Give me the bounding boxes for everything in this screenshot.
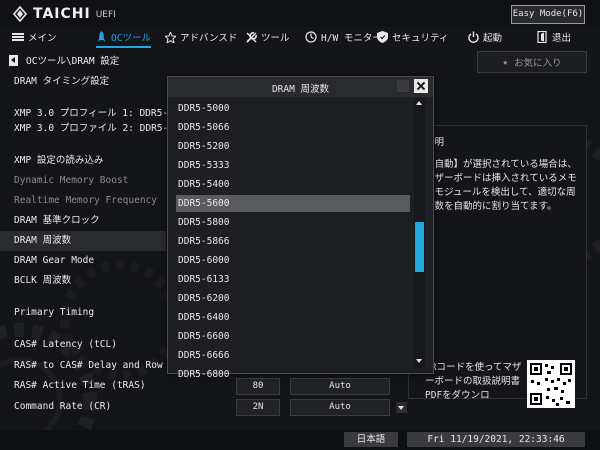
tab-tool[interactable]: ツール bbox=[246, 27, 290, 47]
back-arrow-icon[interactable] bbox=[9, 54, 18, 66]
tab-exit-label: 退出 bbox=[552, 33, 572, 44]
breadcrumb: OCツール\DRAM 設定 bbox=[9, 53, 119, 67]
frequency-option[interactable]: DDR5-5333 bbox=[176, 157, 410, 174]
frequency-option[interactable]: DDR5-6200 bbox=[176, 290, 410, 307]
scrollbar-thumb[interactable] bbox=[415, 222, 424, 272]
command-rate[interactable]: Command Rate (CR) bbox=[14, 400, 111, 414]
brand-suffix: UEFI bbox=[95, 10, 116, 20]
dram-gear-mode[interactable]: DRAM Gear Mode bbox=[14, 254, 94, 268]
language-button[interactable]: 日本語 bbox=[344, 432, 398, 447]
dram-timing-heading: DRAM タイミング設定 bbox=[14, 76, 110, 87]
tab-hw-monitor-label: H/W モニター bbox=[321, 33, 382, 44]
tab-oc-tools[interactable]: OCツール bbox=[96, 27, 151, 48]
tab-boot-label: 起動 bbox=[483, 33, 503, 44]
tab-advanced[interactable]: アドバンスド bbox=[165, 27, 237, 47]
frequency-option[interactable]: DDR5-5600 bbox=[176, 195, 410, 212]
description-body: 【自動】が選択されている場合は、マザーボードは挿入されているメモリモジュールを検… bbox=[425, 159, 577, 212]
favorite-star-icon: ★ bbox=[502, 56, 509, 68]
frequency-option[interactable]: DDR5-5866 bbox=[176, 233, 410, 250]
frequency-option[interactable]: DDR5-6400 bbox=[176, 309, 410, 326]
xmp-profile-1: XMP 3.0 プロフィール 1: DDR5-5200 bbox=[14, 108, 191, 119]
favorite-button[interactable]: ★ お気に入り bbox=[477, 51, 587, 73]
xmp-profile-2: XMP 3.0 プロファイル 2: DDR5-4800 bbox=[14, 123, 192, 134]
wrench-icon bbox=[246, 31, 257, 43]
shield-icon bbox=[377, 31, 388, 43]
frequency-option[interactable]: DDR5-5400 bbox=[176, 176, 410, 193]
dialog-title: DRAM 周波数 bbox=[271, 84, 330, 95]
dram-frequency[interactable]: DRAM 周波数 bbox=[0, 231, 167, 251]
rocket-icon bbox=[97, 31, 106, 42]
taichi-logo: TAICHI UEFI bbox=[12, 5, 116, 23]
star-icon bbox=[165, 31, 176, 43]
xmp-load-setting[interactable]: XMP 設定の読み込み bbox=[14, 154, 103, 168]
tab-advanced-label: アドバンスド bbox=[180, 33, 238, 44]
frequency-option[interactable]: DDR5-6600 bbox=[176, 328, 410, 345]
frequency-option[interactable]: DDR5-6000 bbox=[176, 252, 410, 269]
scroll-down-icon[interactable] bbox=[415, 357, 424, 366]
frequency-option[interactable]: DDR5-6800 bbox=[176, 366, 410, 383]
tab-main-label: メイン bbox=[28, 33, 57, 44]
dram-base-clock[interactable]: DRAM 基準クロック bbox=[14, 214, 100, 228]
primary-timing-heading: Primary Timing bbox=[14, 307, 95, 318]
tab-main[interactable]: メイン bbox=[12, 27, 57, 47]
frequency-option[interactable]: DDR5-5800 bbox=[176, 214, 410, 231]
bclk-frequency[interactable]: BCLK 周波数 bbox=[14, 274, 71, 288]
qr-description: QRコードを使ってマザーボードの取扱説明書PDFをダウンロ bbox=[425, 362, 522, 401]
tab-boot[interactable]: 起動 bbox=[468, 27, 502, 47]
power-icon bbox=[468, 31, 479, 43]
chevron-down-icon[interactable] bbox=[396, 402, 407, 413]
tab-security-label: セキュリティ bbox=[392, 33, 449, 44]
taichi-emblem-icon bbox=[12, 6, 28, 22]
exit-door-icon bbox=[537, 31, 547, 43]
frequency-option[interactable]: DDR5-5066 bbox=[176, 119, 410, 136]
tab-exit[interactable]: 退出 bbox=[537, 27, 571, 47]
main-nav: メイン OCツール アドバンスド ツール H/W モニター セキュリティ 起動 … bbox=[0, 27, 600, 48]
tab-security[interactable]: セキュリティ bbox=[377, 27, 448, 47]
tab-tool-label: ツール bbox=[261, 33, 290, 44]
cr-value: 2N bbox=[236, 399, 280, 416]
scroll-up-icon[interactable] bbox=[415, 99, 424, 108]
brand-name: TAICHI bbox=[33, 6, 91, 22]
breadcrumb-path: OCツール\DRAM 設定 bbox=[26, 56, 120, 67]
ras-active-time[interactable]: RAS# Active Time (tRAS) bbox=[14, 379, 146, 393]
tab-oc-tools-label: OCツール bbox=[111, 33, 151, 44]
frequency-option[interactable]: DDR5-5200 bbox=[176, 138, 410, 155]
cas-latency[interactable]: CAS# Latency (tCL) bbox=[14, 338, 117, 352]
favorite-label: お気に入り bbox=[514, 58, 562, 69]
list-icon bbox=[12, 33, 24, 41]
dialog-minimize-button[interactable] bbox=[397, 80, 409, 92]
close-icon[interactable] bbox=[414, 79, 428, 93]
qr-code-icon bbox=[527, 360, 575, 408]
realtime-memory-frequency: Realtime Memory Frequency bbox=[14, 195, 157, 206]
frequency-option[interactable]: DDR5-5000 bbox=[176, 100, 410, 117]
dynamic-memory-boost: Dynamic Memory Boost bbox=[14, 175, 129, 186]
easy-mode-button[interactable]: Easy Mode(F6) bbox=[511, 5, 585, 24]
cr-mode-select[interactable]: Auto bbox=[290, 399, 390, 416]
frequency-option[interactable]: DDR5-6133 bbox=[176, 271, 410, 288]
frequency-option[interactable]: DDR5-6666 bbox=[176, 347, 410, 364]
monitor-icon bbox=[305, 31, 317, 43]
tab-hw-monitor[interactable]: H/W モニター bbox=[305, 27, 382, 47]
datetime-display: Fri 11/19/2021, 22:33:46 bbox=[407, 432, 585, 447]
